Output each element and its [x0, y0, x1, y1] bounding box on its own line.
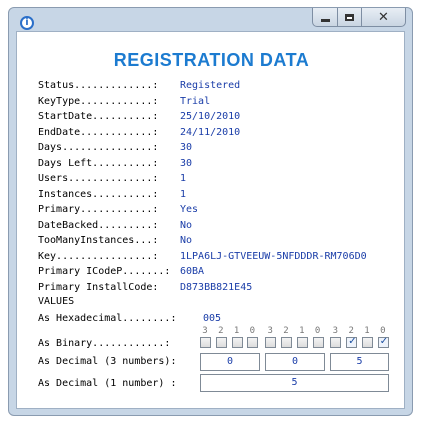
- field-label: StartDate..........:: [38, 111, 159, 122]
- bit-checkbox[interactable]: [247, 337, 259, 348]
- maximize-icon: [345, 13, 354, 21]
- decimal-single-field[interactable]: 5: [200, 374, 389, 392]
- page-title: REGISTRATION DATA: [113, 50, 310, 70]
- bit-checkbox[interactable]: [330, 337, 342, 348]
- bit-index-label: 3: [267, 326, 273, 336]
- field-value: Registered: [180, 80, 241, 91]
- decimal-field-2[interactable]: 0: [265, 353, 325, 371]
- field-value: No: [180, 235, 193, 246]
- decimal-field-1[interactable]: 0: [200, 353, 260, 371]
- bit-index-label: 2: [218, 326, 224, 336]
- window-controls: ✕: [312, 8, 406, 27]
- binary-label: As Binary............:: [38, 338, 171, 349]
- bit-index-label: 1: [364, 326, 370, 336]
- decimal3-label: As Decimal (3 numbers):: [38, 356, 177, 367]
- bit-index-label: 2: [348, 326, 354, 336]
- field-label: Instances..........:: [38, 188, 159, 200]
- field-label: DateBacked.........:: [38, 219, 159, 231]
- bit-index-label: 2: [283, 326, 289, 336]
- field-label: Days Left..........:: [38, 157, 159, 169]
- field-label: Primary............:: [38, 204, 159, 215]
- field-label: Primary InstallCode:: [38, 281, 159, 293]
- minimize-icon: [320, 18, 330, 22]
- field-value: 1: [180, 188, 187, 200]
- bit-index-label: 0: [380, 326, 386, 336]
- field-label: Days...............:: [38, 142, 159, 153]
- field-value: 24/11/2010: [180, 126, 241, 138]
- bit-checkbox[interactable]: ✓: [346, 336, 358, 348]
- bit-index-label: 3: [332, 326, 339, 336]
- field-value: 25/10/2010: [180, 111, 241, 122]
- field-label: Status.............:: [38, 80, 159, 91]
- bit-index-label: 0: [314, 326, 321, 336]
- checkmark-icon: ✓: [379, 336, 389, 347]
- bit-checkbox[interactable]: [312, 337, 324, 348]
- close-button[interactable]: ✕: [362, 8, 406, 27]
- info-icon: i: [20, 16, 34, 30]
- hex-label: As Hexadecimal........:: [38, 313, 177, 324]
- bit-checkbox[interactable]: ✓: [377, 336, 389, 348]
- field-value: D873BB821E45: [180, 281, 253, 293]
- field-label: EndDate............:: [38, 126, 159, 138]
- field-value: 60BA: [180, 266, 205, 277]
- bit-index-label: 0: [249, 326, 256, 336]
- bit-checkbox[interactable]: [215, 337, 227, 348]
- close-icon: ✕: [378, 9, 389, 25]
- hex-value: 005: [203, 313, 222, 324]
- bit-checkbox[interactable]: [362, 337, 373, 348]
- field-value: Yes: [180, 204, 199, 215]
- bit-checkbox[interactable]: [200, 337, 211, 348]
- field-value: 1: [180, 173, 187, 184]
- bit-index-label: 1: [299, 326, 305, 336]
- maximize-button[interactable]: [338, 8, 362, 27]
- field-value: No: [180, 219, 193, 231]
- decimal1-label: As Decimal (1 number) :: [38, 378, 177, 389]
- decimal-field-3[interactable]: 5: [330, 353, 389, 371]
- field-value: 30: [180, 157, 193, 169]
- bit-checkbox[interactable]: [265, 337, 277, 348]
- field-label: Primary ICodeP.......:: [38, 266, 171, 277]
- bit-index-label: 1: [233, 326, 240, 336]
- minimize-button[interactable]: [312, 8, 338, 27]
- bit-checkbox[interactable]: [296, 337, 308, 348]
- field-label: TooManyInstances...:: [38, 235, 159, 246]
- field-value: Trial: [180, 95, 211, 107]
- bit-checkbox[interactable]: [281, 337, 292, 348]
- field-value: 30: [180, 142, 193, 153]
- bit-index-label: 3: [202, 326, 208, 336]
- field-label: KeyType............:: [38, 95, 159, 107]
- values-heading: VALUES: [38, 296, 75, 307]
- checkmark-icon: ✓: [348, 336, 357, 347]
- field-label: Users..............:: [38, 173, 159, 184]
- field-label: Key................:: [38, 250, 159, 262]
- field-value: 1LPA6LJ-GTVEEUW-5NFDDDR-RM706D0: [180, 250, 367, 262]
- bit-checkbox[interactable]: [231, 337, 243, 348]
